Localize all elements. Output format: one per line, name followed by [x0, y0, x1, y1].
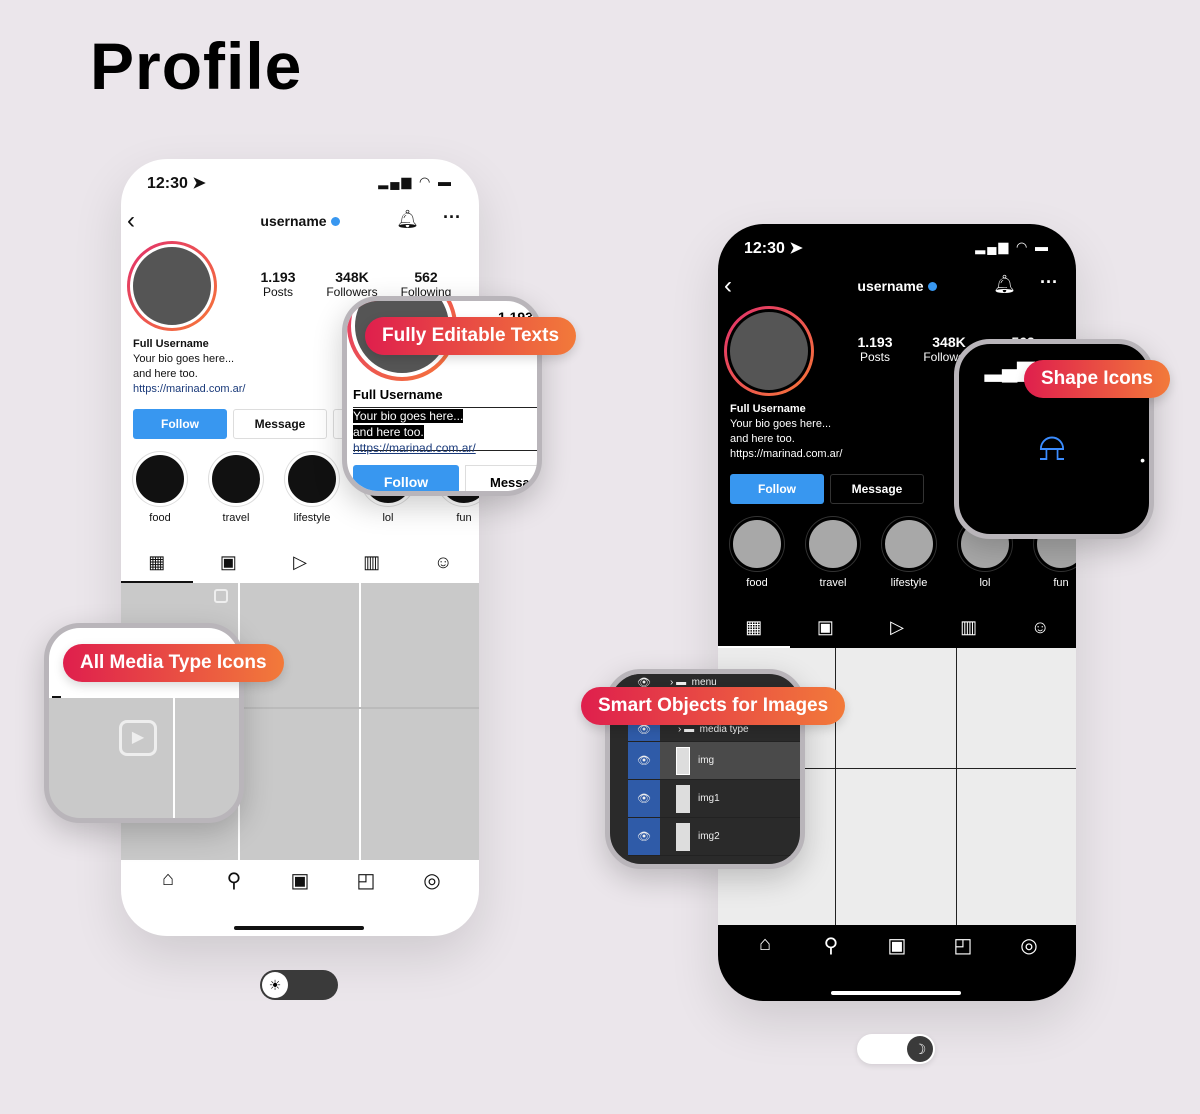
grid-icon[interactable]: ▦: [718, 612, 790, 648]
profile-username: username: [121, 213, 479, 229]
message-button[interactable]: Message: [830, 474, 924, 504]
highlight-travel[interactable]: travel: [805, 517, 861, 589]
bell-icon[interactable]: 🔔︎: [396, 209, 419, 230]
home-indicator: [234, 926, 364, 930]
tagged-icon[interactable]: ☺: [407, 547, 479, 583]
avatar[interactable]: [127, 241, 217, 331]
message-button[interactable]: Message: [233, 409, 327, 439]
home-icon[interactable]: ⌂: [135, 868, 201, 936]
grid-icon[interactable]: ▦: [121, 547, 193, 583]
light-mode-toggle[interactable]: ☀: [260, 970, 338, 1000]
zoomed-follow-button: Follow: [353, 465, 459, 491]
smart-object-thumbnail: [676, 822, 690, 851]
callout-smart-objects: Smart Objects for Images: [581, 687, 846, 725]
page-title: Profile: [90, 29, 303, 103]
dark-mode-toggle[interactable]: ☽: [857, 1034, 935, 1064]
highlight-food[interactable]: food: [729, 517, 785, 589]
bio: Full Username Your bio goes here... and he…: [133, 338, 246, 395]
smart-object-thumbnail: [676, 746, 690, 775]
more-icon: •: [1140, 452, 1145, 468]
bell-icon[interactable]: 🔔︎: [993, 274, 1016, 295]
zoomed-message-button: Messag: [465, 465, 537, 491]
callout-editable-texts: Fully Editable Texts: [365, 317, 577, 355]
tagged-icon[interactable]: ☺: [1004, 612, 1076, 648]
status-time: 12:30 ➤: [147, 175, 206, 192]
layer-img2[interactable]: 👁︎ img2: [628, 818, 800, 856]
status-icons: ▂▄▆ ◠ ▬: [378, 174, 453, 189]
profile-icon[interactable]: ◎: [399, 868, 465, 936]
home-icon[interactable]: ⌂: [732, 933, 798, 1001]
bottom-nav: ⌂ ⚲ ▣ ◰ ◎: [718, 925, 1076, 1001]
eye-icon[interactable]: 👁︎: [628, 780, 660, 817]
stat-followers[interactable]: 348K Followers: [317, 269, 387, 299]
moon-icon: ☽: [907, 1036, 933, 1062]
profile-icon[interactable]: ◎: [996, 933, 1062, 1001]
smart-object-thumbnail: [676, 784, 690, 813]
status-icons: ▂▄▆ ◠ ▬: [975, 239, 1050, 254]
verified-icon: [330, 217, 340, 226]
status-time: 12:30 ➤: [744, 240, 803, 257]
stat-following[interactable]: 562Following: [391, 269, 461, 299]
stat-posts: 1.193 Posts: [260, 269, 296, 299]
follow-button[interactable]: Follow: [730, 474, 824, 504]
reels-icon: ▶: [119, 720, 157, 756]
guide-icon[interactable]: ▥: [933, 612, 1005, 648]
guide-icon[interactable]: ▥: [336, 547, 408, 583]
reels-icon[interactable]: ▣: [790, 612, 862, 648]
highlight-food[interactable]: food: [132, 452, 188, 524]
bio: Full Username Your bio goes here... and he…: [730, 403, 843, 460]
bio-link[interactable]: https://marinad.com.ar/: [133, 383, 246, 395]
carousel-icon: [214, 589, 228, 603]
profile-tabs: ▦ ▣ ▷ ▥ ☺: [121, 547, 479, 583]
verified-icon: [927, 282, 937, 291]
callout-shape-icons: Shape Icons: [1024, 360, 1170, 398]
bottom-nav: ⌂ ⚲ ▣ ◰ ◎: [121, 860, 479, 936]
layer-img[interactable]: 👁︎ img: [628, 742, 800, 780]
text-selection-box[interactable]: Your bio goes here... and here too. http…: [353, 407, 537, 455]
eye-icon[interactable]: 👁︎: [628, 818, 660, 855]
sun-icon: ☀: [262, 972, 288, 998]
home-indicator: [831, 991, 961, 995]
more-icon[interactable]: ···: [1040, 272, 1058, 293]
highlight-lifestyle[interactable]: lifestyle: [881, 517, 937, 589]
zoomed-full-name: Full Username: [353, 387, 443, 402]
video-icon[interactable]: ▷: [861, 612, 933, 648]
highlight-lifestyle[interactable]: lifestyle: [284, 452, 340, 524]
profile-tabs: ▦ ▣ ▷ ▥ ☺: [718, 612, 1076, 648]
bell-shape-icon: ⍾: [1038, 425, 1066, 469]
reels-icon[interactable]: ▣: [193, 547, 265, 583]
profile-username: username: [718, 278, 1076, 294]
more-icon[interactable]: ···: [443, 207, 461, 228]
follow-button[interactable]: Follow: [133, 409, 227, 439]
stat-posts: 1.193 Posts: [857, 334, 893, 364]
bio-link[interactable]: https://marinad.com.ar/: [730, 448, 843, 460]
avatar[interactable]: [724, 306, 814, 396]
video-icon[interactable]: ▷: [264, 547, 336, 583]
callout-media-icons: All Media Type Icons: [63, 644, 284, 682]
layer-img1[interactable]: 👁︎ img1: [628, 780, 800, 818]
highlight-travel[interactable]: travel: [208, 452, 264, 524]
eye-icon[interactable]: 👁︎: [628, 742, 660, 779]
